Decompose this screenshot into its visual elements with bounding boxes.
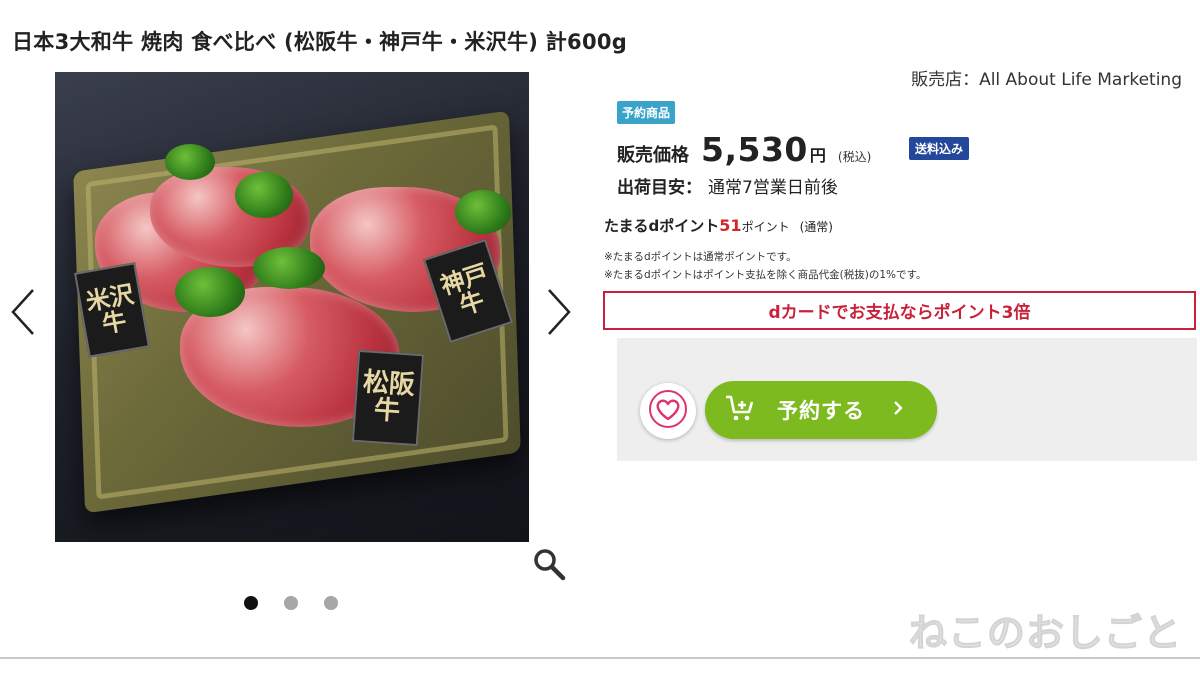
brand-card-matsusaka: 松阪牛: [351, 349, 425, 447]
product-title: 日本3大和牛 焼肉 食べ比べ (松阪牛・神戸牛・米沢牛) 計600g: [12, 30, 628, 54]
favorite-button[interactable]: [640, 383, 696, 439]
points-row: たまるdポイント51ポイント (通常): [604, 215, 833, 236]
shipping-included-badge: 送料込み: [909, 137, 970, 160]
shipping-value: 通常7営業日前後: [708, 178, 838, 198]
parsley-garnish: [235, 172, 293, 218]
shipping-estimate: 出荷目安： 通常7営業日前後: [617, 173, 838, 198]
parsley-garnish: [165, 144, 215, 180]
carousel-dot[interactable]: [244, 596, 258, 610]
price-row: 販売価格 5,530 円 (税込): [617, 130, 871, 169]
points-label: たまるdポイント: [604, 217, 720, 235]
points-note: ※たまるdポイントはポイント支払を除く商品代金(税抜)の1%です。: [604, 269, 927, 281]
chevron-right-icon: [893, 400, 903, 420]
tax-note: (税込): [837, 150, 872, 164]
divider: [0, 657, 1200, 659]
carousel-indicator: [244, 596, 338, 610]
preorder-badge: 予約商品: [617, 101, 676, 124]
parsley-garnish: [253, 247, 325, 289]
cart-add-icon: [725, 394, 755, 426]
product-image-gallery[interactable]: 米沢牛 松阪牛 神戸牛: [55, 72, 529, 542]
price-unit: 円: [809, 146, 826, 165]
reserve-button-label: 予約する: [777, 399, 865, 423]
reserve-button[interactable]: 予約する: [705, 381, 937, 439]
watermark: ねこのおしごと: [908, 611, 1182, 656]
chevron-left-icon[interactable]: [10, 288, 36, 336]
seller-name[interactable]: 販売店：All About Life Marketing: [911, 65, 1182, 90]
points-type: (通常): [799, 220, 833, 234]
heart-icon: [649, 390, 687, 432]
carousel-dot[interactable]: [284, 596, 298, 610]
carousel-dot[interactable]: [324, 596, 338, 610]
shipping-label: 出荷目安：: [617, 178, 702, 198]
price-label: 販売価格: [617, 145, 689, 166]
points-unit: ポイント: [741, 220, 790, 234]
points-note: ※たまるdポイントは通常ポイントです。: [604, 251, 797, 263]
dcard-promo-banner[interactable]: dカードでお支払ならポイント3倍: [603, 291, 1196, 330]
price-value: 5,530: [701, 130, 808, 169]
points-value: 51: [719, 216, 742, 235]
magnifier-icon[interactable]: [531, 546, 567, 582]
parsley-garnish: [455, 190, 511, 234]
parsley-garnish: [175, 267, 245, 317]
chevron-right-icon[interactable]: [546, 288, 572, 336]
